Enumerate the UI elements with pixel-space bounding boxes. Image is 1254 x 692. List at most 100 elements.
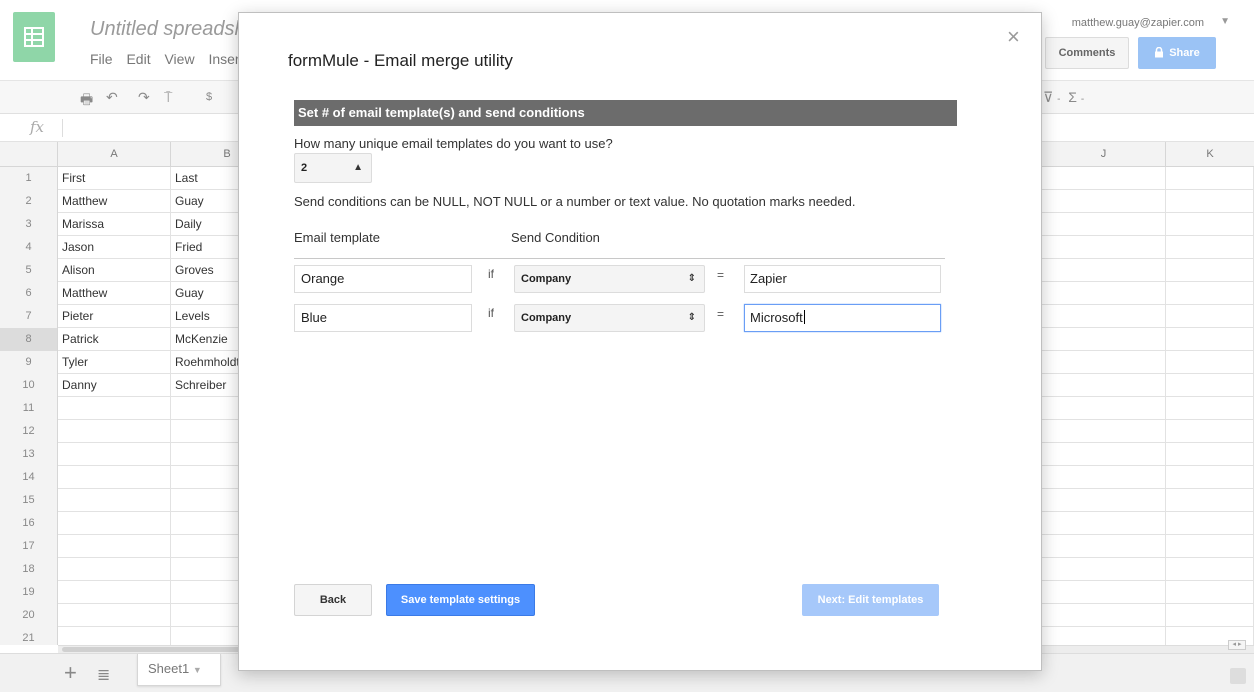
table-cell[interactable]: Danny [58,374,171,397]
scroll-arrows-icon[interactable]: ◂ ▸ [1228,640,1246,650]
row-header[interactable]: 2 [0,190,58,213]
scroll-thumb[interactable] [62,647,242,652]
menu-edit[interactable]: Edit [126,51,150,67]
next-edit-templates-button[interactable]: Next: Edit templates [802,584,939,616]
menu-file[interactable]: File [90,51,113,67]
table-cell[interactable] [1042,351,1166,374]
table-cell[interactable] [1042,213,1166,236]
table-cell[interactable] [1166,466,1254,489]
table-cell[interactable] [1166,443,1254,466]
template-count-select[interactable]: 2 ▲ [294,153,372,183]
table-cell[interactable] [1166,213,1254,236]
menu-view[interactable]: View [164,51,194,67]
table-cell[interactable] [1042,581,1166,604]
table-cell[interactable] [58,604,171,627]
table-cell[interactable] [1042,397,1166,420]
condition-field-select[interactable]: Company ⇕ [514,265,705,293]
template-name-input[interactable]: Orange [294,265,472,293]
table-cell[interactable] [1042,627,1166,645]
table-cell[interactable]: Matthew [58,190,171,213]
table-cell[interactable] [1042,604,1166,627]
sheets-logo-icon[interactable] [13,12,55,62]
table-cell[interactable]: Matthew [58,282,171,305]
table-cell[interactable] [1042,190,1166,213]
table-cell[interactable] [1166,282,1254,305]
column-header-j[interactable]: J [1042,142,1166,167]
table-cell[interactable] [1166,259,1254,282]
save-template-settings-button[interactable]: Save template settings [386,584,535,616]
row-header[interactable]: 3 [0,213,58,236]
table-cell[interactable] [1042,535,1166,558]
table-cell[interactable] [58,512,171,535]
table-cell[interactable] [1166,190,1254,213]
currency-icon[interactable]: $ [206,91,212,103]
condition-field-select[interactable]: Company ⇕ [514,304,705,332]
table-cell[interactable] [1166,397,1254,420]
column-header-k[interactable]: K [1166,142,1254,167]
table-cell[interactable]: Alison [58,259,171,282]
filter-icon[interactable]: ⊽ [1043,89,1053,105]
template-name-input[interactable]: Blue [294,304,472,332]
table-cell[interactable] [1042,236,1166,259]
table-cell[interactable] [1042,420,1166,443]
table-cell[interactable] [58,627,171,645]
undo-icon[interactable]: ↶ [106,89,118,106]
row-header[interactable]: 20 [0,604,58,627]
table-cell[interactable]: Marissa [58,213,171,236]
paint-format-icon[interactable]: ⍑ [164,89,172,106]
row-header[interactable]: 4 [0,236,58,259]
table-cell[interactable] [1042,259,1166,282]
table-cell[interactable] [1166,420,1254,443]
functions-icon[interactable]: Σ [1068,89,1077,105]
table-cell[interactable] [1042,489,1166,512]
close-icon[interactable]: × [1007,26,1020,48]
row-header[interactable]: 11 [0,397,58,420]
sheet-tab[interactable]: Sheet1 ▼ [137,654,221,686]
table-cell[interactable] [1166,351,1254,374]
row-header[interactable]: 9 [0,351,58,374]
row-header[interactable]: 14 [0,466,58,489]
table-cell[interactable] [1042,305,1166,328]
table-cell[interactable] [58,397,171,420]
table-cell[interactable] [1042,512,1166,535]
comments-button[interactable]: Comments [1045,37,1129,69]
row-header[interactable]: 21 [0,627,58,645]
table-cell[interactable] [1166,328,1254,351]
table-cell[interactable] [1042,443,1166,466]
table-cell[interactable] [58,535,171,558]
table-cell[interactable] [58,581,171,604]
account-dropdown-icon[interactable]: ▼ [1220,16,1230,27]
share-button[interactable]: Share [1138,37,1216,69]
row-header[interactable]: 12 [0,420,58,443]
table-cell[interactable]: First [58,167,171,190]
table-cell[interactable] [58,466,171,489]
condition-value-input[interactable]: Microsoft [744,304,941,332]
table-cell[interactable] [1166,489,1254,512]
table-cell[interactable] [1166,581,1254,604]
row-header[interactable]: 8 [0,328,58,351]
row-header[interactable]: 5 [0,259,58,282]
table-cell[interactable] [1166,604,1254,627]
row-header[interactable]: 13 [0,443,58,466]
table-cell[interactable]: Jason [58,236,171,259]
table-cell[interactable] [1042,558,1166,581]
filter-dropdown-icon[interactable]: - [1057,94,1060,105]
table-cell[interactable] [58,558,171,581]
table-cell[interactable] [1166,305,1254,328]
table-cell[interactable] [1166,535,1254,558]
back-button[interactable]: Back [294,584,372,616]
row-header[interactable]: 18 [0,558,58,581]
table-cell[interactable] [1042,374,1166,397]
redo-icon[interactable]: ↷ [138,89,150,106]
table-cell[interactable]: Tyler [58,351,171,374]
table-cell[interactable] [1042,167,1166,190]
row-header[interactable]: 7 [0,305,58,328]
table-cell[interactable] [1042,328,1166,351]
select-all-corner[interactable] [0,142,58,167]
row-header[interactable]: 15 [0,489,58,512]
add-sheet-icon[interactable]: + [64,660,77,686]
row-header[interactable]: 10 [0,374,58,397]
all-sheets-icon[interactable]: ≣ [97,665,110,685]
row-header[interactable]: 19 [0,581,58,604]
explore-icon[interactable] [1230,668,1246,684]
